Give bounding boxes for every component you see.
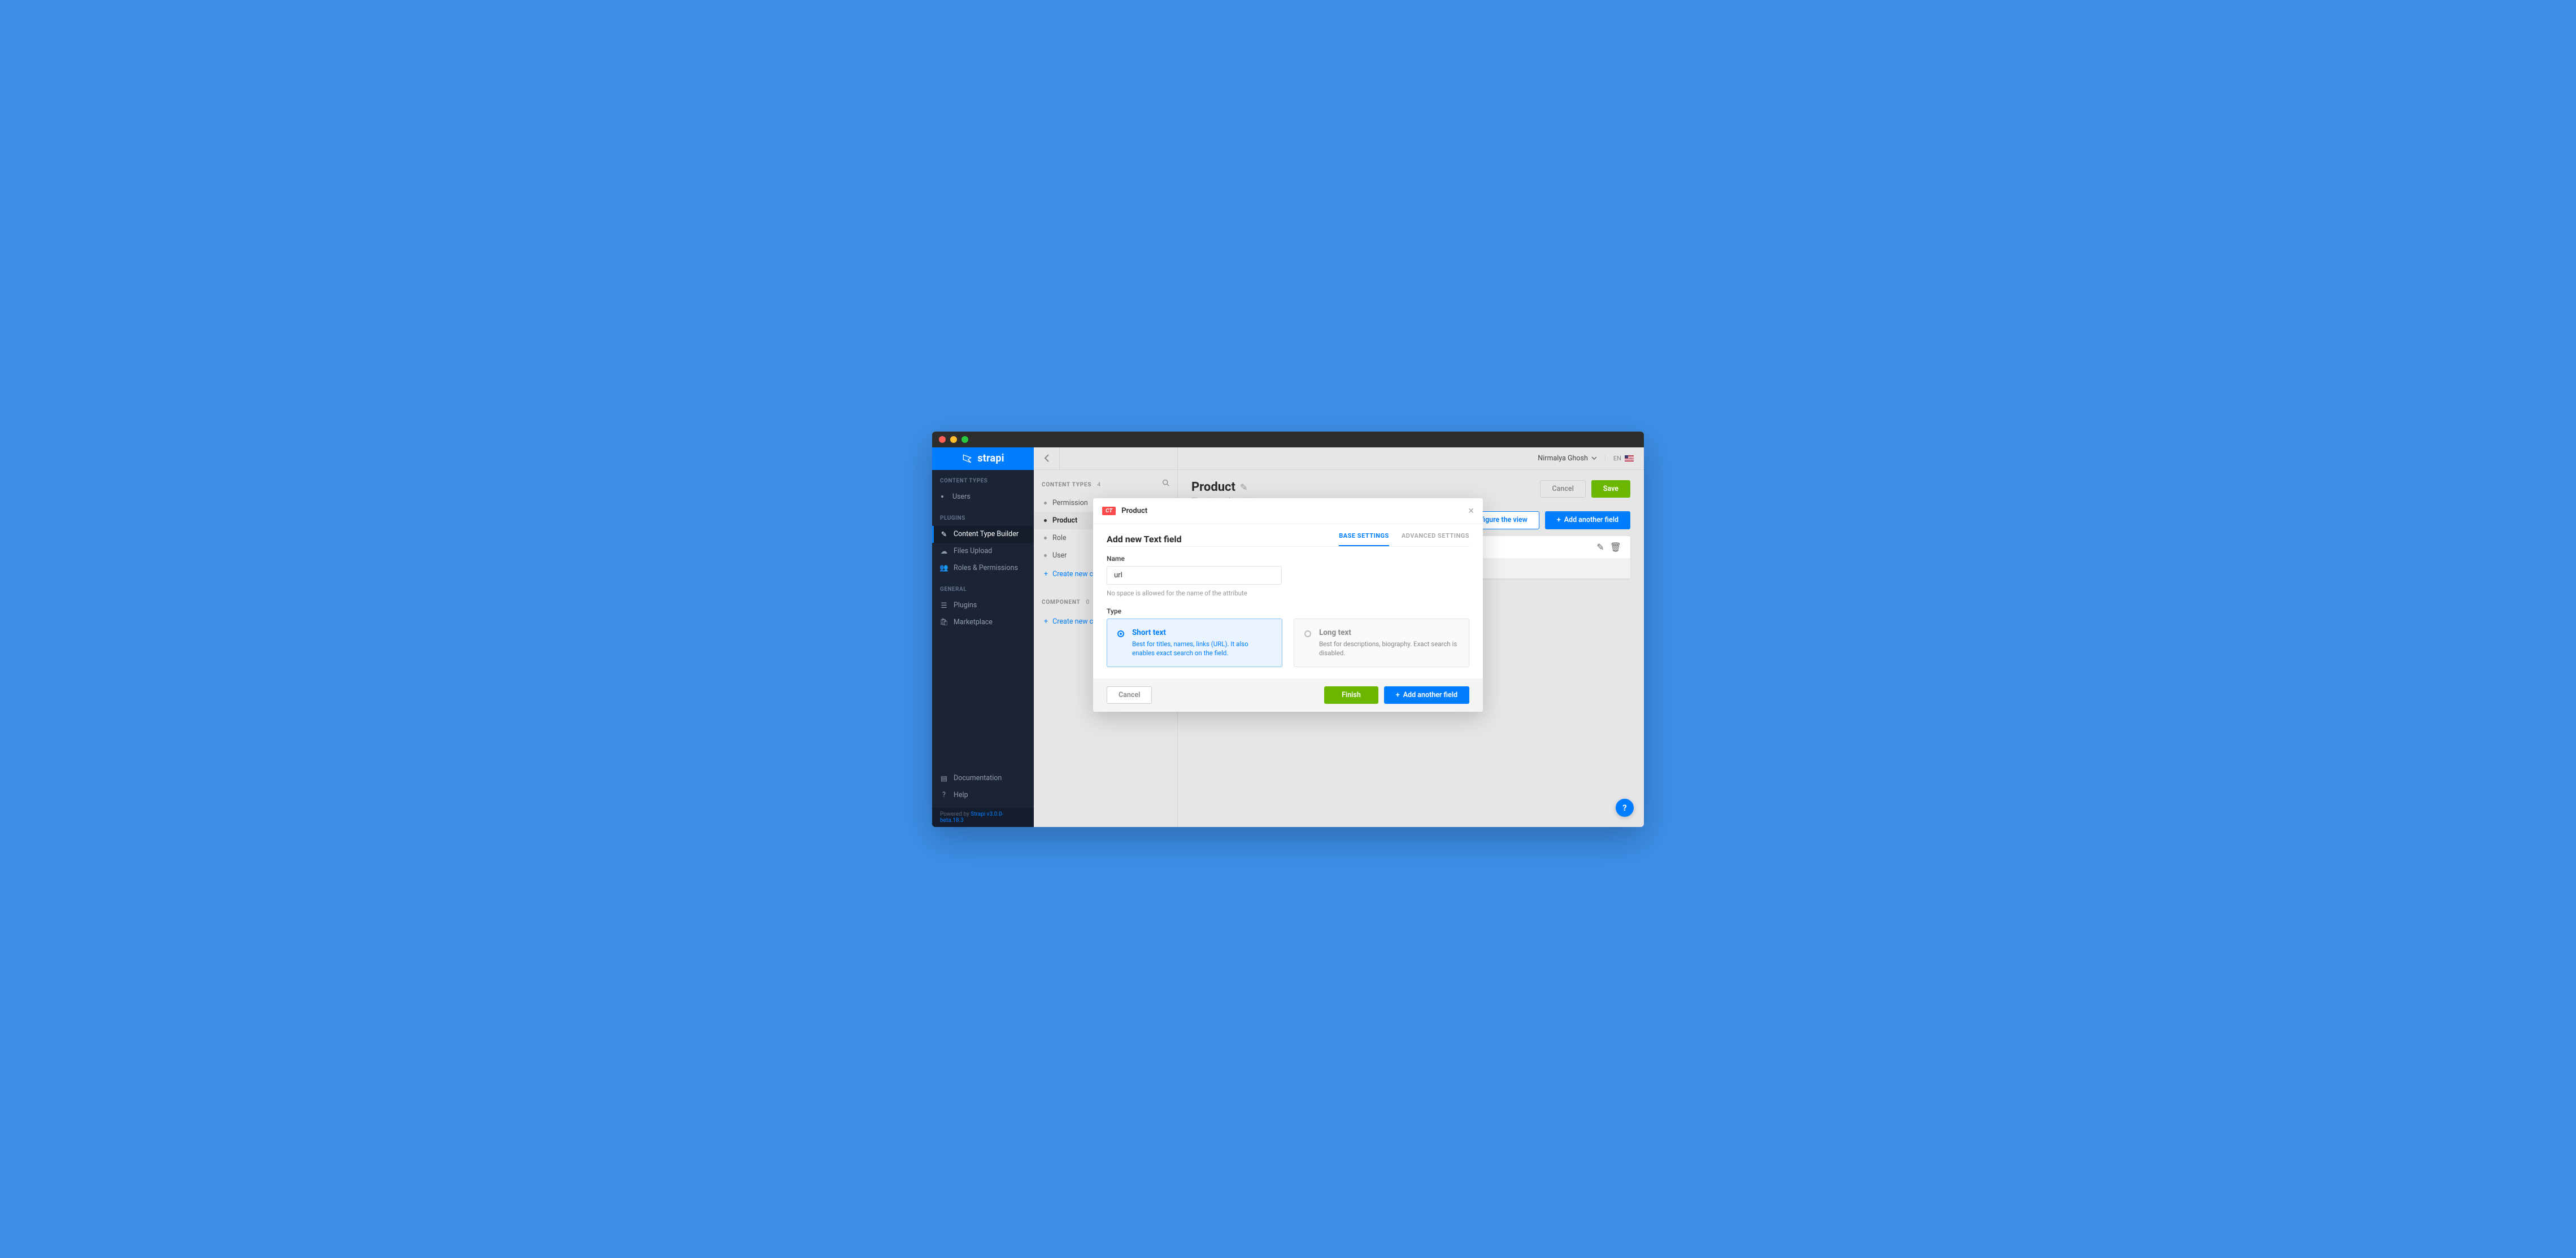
tab-base-settings[interactable]: BASE SETTINGS [1339,532,1389,546]
modal-footer: Cancel Finish + Add another field [1093,678,1483,712]
modal-breadcrumb: Product [1121,507,1147,515]
modal-close-icon[interactable]: × [1468,505,1474,517]
type-options: Short text Best for titles, names, links… [1107,619,1469,667]
ct-badge: CT [1102,507,1116,515]
modal-body: Name No space is allowed for the name of… [1093,547,1483,678]
type-short-title: Short text [1132,628,1272,637]
window-titlebar [932,432,1644,447]
app-window: strapi CONTENT TYPES Users PLUGINS ✎ Con… [932,432,1644,827]
type-option-short-text[interactable]: Short text Best for titles, names, links… [1107,619,1282,667]
traffic-light-zoom[interactable] [961,436,968,443]
modal-add-another-label: Add another field [1403,691,1457,699]
name-input[interactable] [1107,566,1282,585]
plus-icon: + [1396,691,1400,699]
tab-advanced-settings[interactable]: ADVANCED SETTINGS [1402,532,1469,546]
traffic-light-close[interactable] [939,436,946,443]
modal-backdrop: CT Product × Add new Text field BASE SET… [932,447,1644,827]
type-long-desc: Best for descriptions, biography. Exact … [1319,639,1459,658]
add-field-modal: CT Product × Add new Text field BASE SET… [1093,498,1483,712]
type-long-title: Long text [1319,628,1459,637]
type-label: Type [1107,607,1469,615]
modal-finish-button[interactable]: Finish [1324,686,1378,704]
modal-title-row: Add new Text field BASE SETTINGS ADVANCE… [1093,524,1483,546]
modal-title: Add new Text field [1107,534,1182,545]
traffic-light-minimize[interactable] [950,436,957,443]
type-option-long-text[interactable]: Long text Best for descriptions, biograp… [1294,619,1469,667]
type-short-desc: Best for titles, names, links (URL). It … [1132,639,1272,658]
modal-add-another-button[interactable]: + Add another field [1384,686,1469,704]
modal-header: CT Product × [1093,498,1483,524]
name-hint: No space is allowed for the name of the … [1107,589,1469,597]
radio-icon [1304,630,1311,637]
modal-tabs: BASE SETTINGS ADVANCED SETTINGS [1339,532,1469,546]
name-label: Name [1107,555,1469,563]
radio-icon [1117,630,1124,637]
modal-cancel-button[interactable]: Cancel [1107,686,1152,704]
